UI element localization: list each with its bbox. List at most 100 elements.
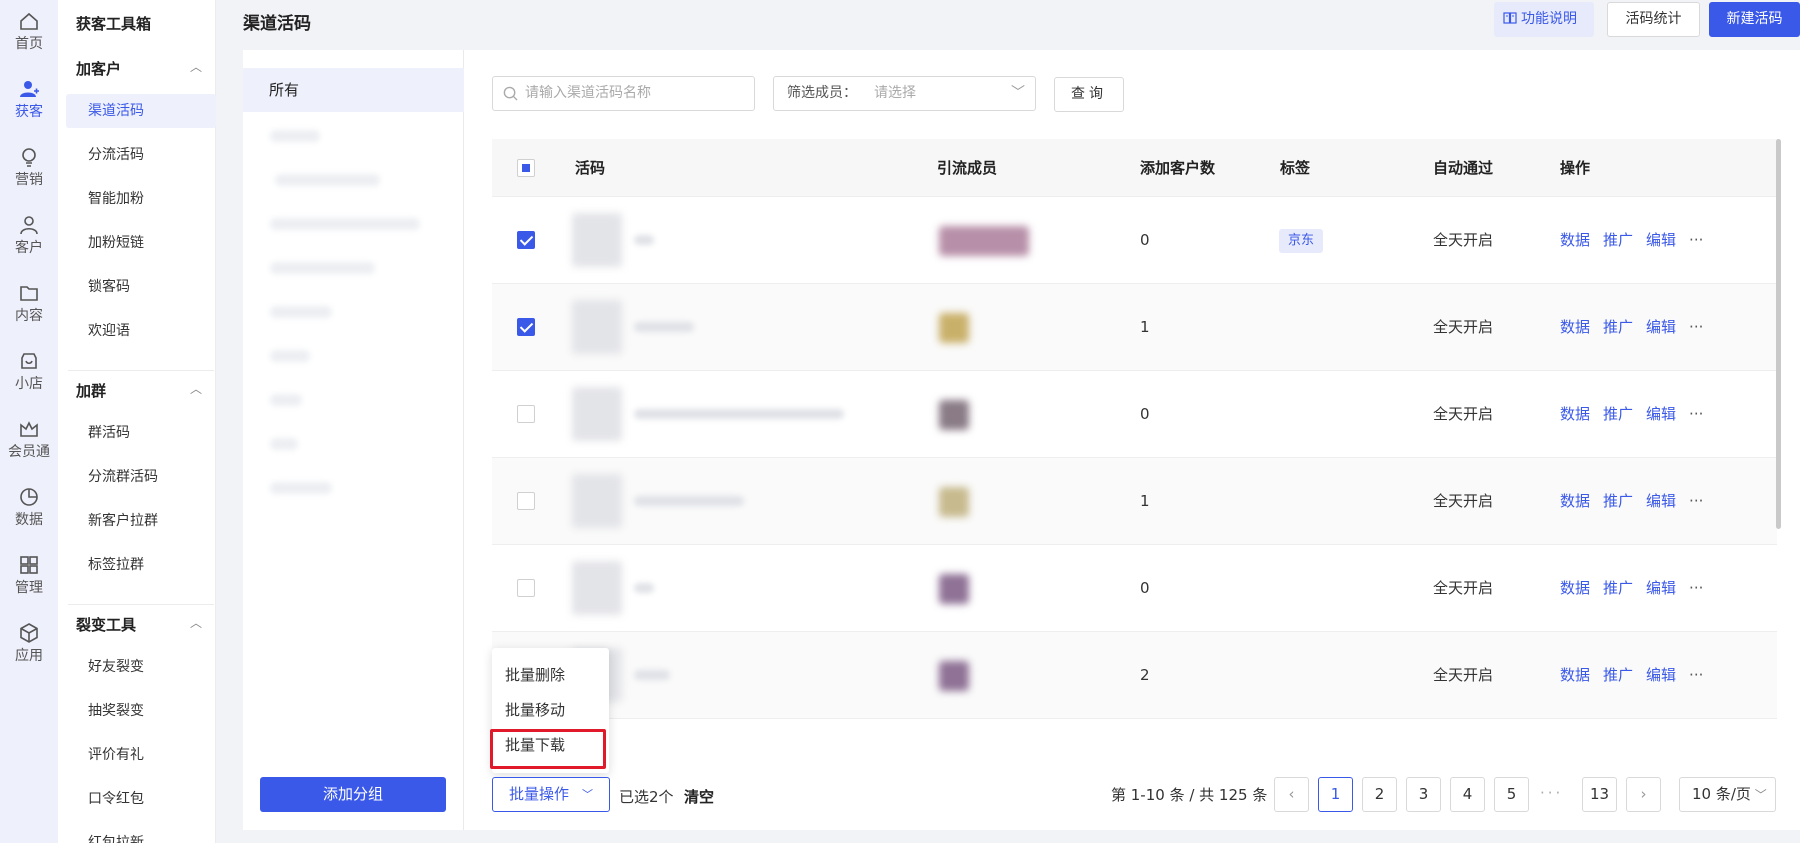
pagination-ellipsis[interactable]: ··· [1540, 784, 1563, 802]
row-checkbox[interactable] [517, 492, 535, 510]
rail-item-6[interactable]: 会员通 [0, 408, 58, 468]
next-page-button[interactable]: › [1626, 777, 1661, 812]
group-item[interactable] [270, 218, 420, 230]
page-size-select[interactable]: 10 条/页 ﹀ [1679, 777, 1776, 812]
cube-icon [20, 623, 38, 643]
page-button[interactable]: 13 [1582, 777, 1617, 812]
row-checkbox[interactable] [517, 231, 535, 249]
promote-link[interactable]: 推广 [1603, 318, 1633, 336]
menu-item[interactable]: 群活码 [66, 416, 216, 450]
menu-item[interactable]: 分流活码 [66, 138, 216, 172]
menu-item[interactable]: 智能加粉 [66, 182, 216, 216]
rail-item-1[interactable]: 获客 [0, 68, 58, 128]
edit-link[interactable]: 编辑 [1646, 492, 1676, 510]
rail-item-8[interactable]: 管理 [0, 544, 58, 604]
rail-item-7[interactable]: 数据 [0, 476, 58, 536]
group-item[interactable] [270, 438, 298, 450]
data-link[interactable]: 数据 [1560, 405, 1590, 423]
promote-link[interactable]: 推广 [1603, 492, 1633, 510]
edit-link[interactable]: 编辑 [1646, 231, 1676, 249]
data-link[interactable]: 数据 [1560, 231, 1590, 249]
bulk-actions-button[interactable]: 批量操作 ﹀ [492, 777, 610, 812]
page-button[interactable]: 3 [1406, 777, 1441, 812]
new-code-button[interactable]: 新建活码 [1709, 2, 1800, 37]
rail-item-0[interactable]: 首页 [0, 0, 58, 60]
member-filter-select[interactable]: 筛选成员： 请选择 ﹀ [773, 76, 1036, 111]
menu-item[interactable]: 渠道活码 [66, 94, 216, 128]
more-icon[interactable]: ··· [1689, 231, 1703, 249]
member-avatar [939, 313, 969, 343]
menu-item[interactable]: 欢迎语 [66, 314, 216, 348]
promote-link[interactable]: 推广 [1603, 666, 1633, 684]
page-button[interactable]: 5 [1494, 777, 1529, 812]
menu-item[interactable]: 口令红包 [66, 782, 216, 816]
qr-thumbnail [572, 213, 622, 267]
add-group-button[interactable]: 添加分组 [260, 777, 446, 812]
menu-group[interactable]: 加客户 ︿ [76, 58, 202, 79]
chevron-down-icon: ﹀ [1011, 85, 1025, 101]
edit-link[interactable]: 编辑 [1646, 579, 1676, 597]
menu-group[interactable]: 裂变工具 ︿ [76, 614, 202, 635]
page-button[interactable]: 4 [1450, 777, 1485, 812]
edit-link[interactable]: 编辑 [1646, 666, 1676, 684]
bulk-delete-item[interactable]: 批量删除 [505, 664, 565, 685]
rail-item-2[interactable]: 营销 [0, 136, 58, 196]
clear-selection-link[interactable]: 清空 [684, 786, 714, 807]
stats-button[interactable]: 活码统计 [1607, 2, 1700, 37]
data-link[interactable]: 数据 [1560, 318, 1590, 336]
rail-item-9[interactable]: 应用 [0, 612, 58, 672]
group-item[interactable] [270, 350, 310, 362]
data-link[interactable]: 数据 [1560, 579, 1590, 597]
group-item[interactable] [270, 130, 320, 142]
rail-item-3[interactable]: 客户 [0, 204, 58, 264]
row-checkbox[interactable] [517, 579, 535, 597]
highlight-box [490, 729, 606, 769]
group-item[interactable] [270, 262, 375, 274]
menu-item[interactable]: 加粉短链 [66, 226, 216, 260]
col-ops: 操作 [1560, 159, 1591, 177]
data-link[interactable]: 数据 [1560, 666, 1590, 684]
prev-page-button[interactable]: ‹ [1274, 777, 1309, 812]
select-all-checkbox[interactable] [517, 159, 535, 177]
menu-item[interactable]: 分流群活码 [66, 460, 216, 494]
menu-item[interactable]: 新客户拉群 [66, 504, 216, 538]
book-icon [1503, 12, 1517, 24]
more-icon[interactable]: ··· [1689, 318, 1703, 336]
more-icon[interactable]: ··· [1689, 579, 1703, 597]
menu-item[interactable]: 锁客码 [66, 270, 216, 304]
row-checkbox[interactable] [517, 405, 535, 423]
rail-item-5[interactable]: 小店 [0, 340, 58, 400]
chevron-up-icon: ︿ [189, 60, 202, 74]
menu-item[interactable]: 红包拉新 [66, 826, 216, 843]
table-scrollbar[interactable] [1776, 139, 1781, 529]
menu-item[interactable]: 抽奖裂变 [66, 694, 216, 728]
edit-link[interactable]: 编辑 [1646, 405, 1676, 423]
filter-label: 筛选成员： [787, 85, 857, 101]
group-item[interactable] [270, 482, 332, 494]
more-icon[interactable]: ··· [1689, 666, 1703, 684]
more-icon[interactable]: ··· [1689, 405, 1703, 423]
page-button[interactable]: 2 [1362, 777, 1397, 812]
group-item[interactable] [275, 174, 380, 186]
menu-item[interactable]: 评价有礼 [66, 738, 216, 772]
menu-item[interactable]: 好友裂变 [66, 650, 216, 684]
promote-link[interactable]: 推广 [1603, 231, 1633, 249]
more-icon[interactable]: ··· [1689, 492, 1703, 510]
menu-item[interactable]: 标签拉群 [66, 548, 216, 582]
search-input[interactable]: 请输入渠道活码名称 [492, 76, 755, 111]
page-button[interactable]: 1 [1318, 777, 1353, 812]
rail-item-4[interactable]: 内容 [0, 272, 58, 332]
group-all[interactable]: 所有 [243, 68, 464, 112]
row-checkbox[interactable] [517, 318, 535, 336]
promote-link[interactable]: 推广 [1603, 579, 1633, 597]
query-button[interactable]: 查询 [1054, 77, 1124, 112]
group-item[interactable] [270, 394, 302, 406]
doc-button[interactable]: 功能说明 [1494, 2, 1594, 37]
data-link[interactable]: 数据 [1560, 492, 1590, 510]
edit-link[interactable]: 编辑 [1646, 318, 1676, 336]
promote-link[interactable]: 推广 [1603, 405, 1633, 423]
bulk-move-item[interactable]: 批量移动 [505, 699, 565, 720]
customer-count: 2 [1140, 666, 1150, 684]
group-item[interactable] [270, 306, 332, 318]
menu-group[interactable]: 加群 ︿ [76, 380, 202, 401]
